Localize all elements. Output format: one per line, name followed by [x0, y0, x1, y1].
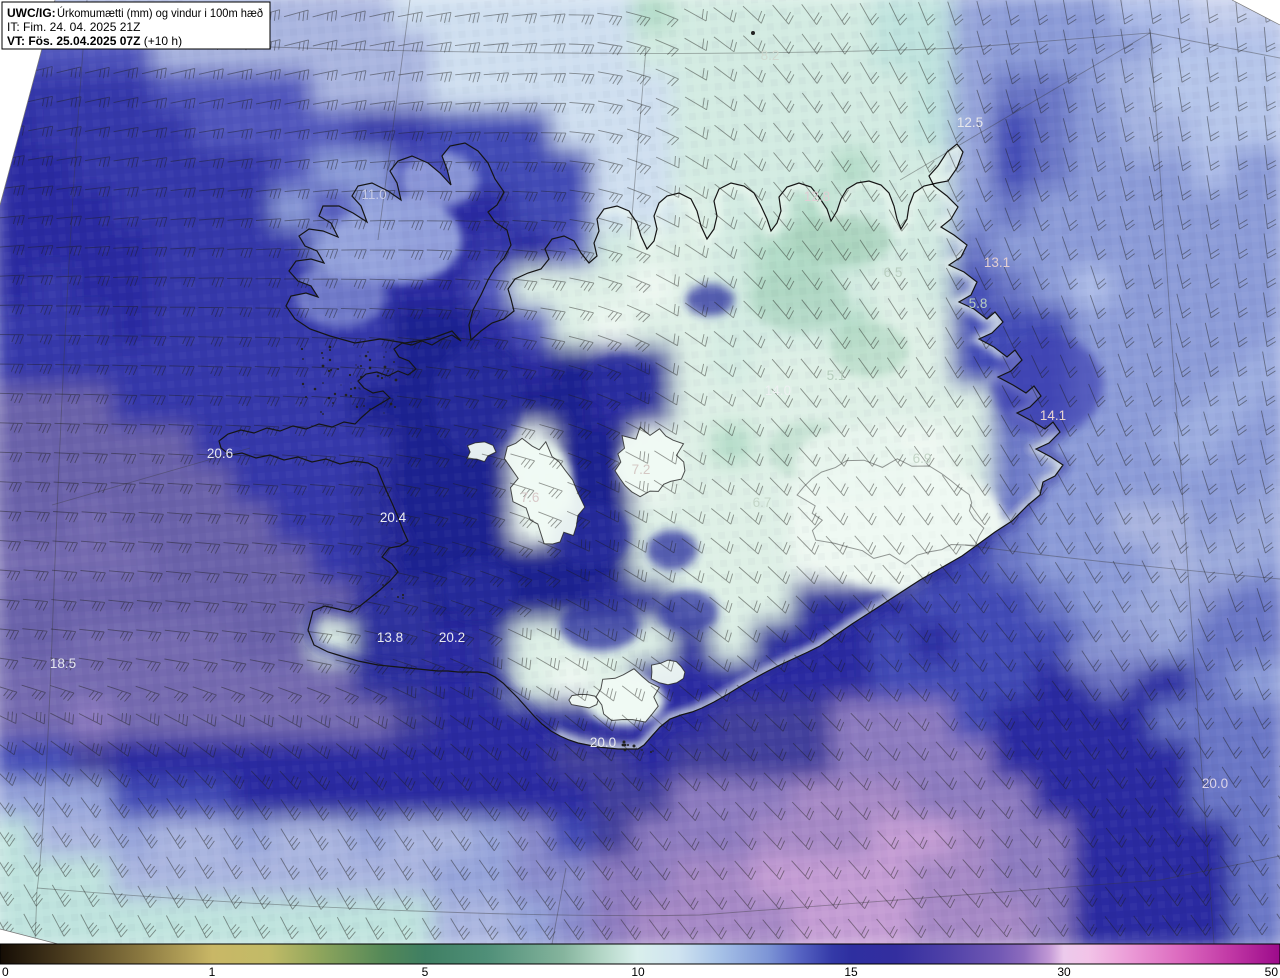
- svg-text:13.1: 13.1: [984, 255, 1010, 270]
- svg-text:5: 5: [422, 965, 429, 978]
- svg-text:14.0: 14.0: [765, 383, 791, 398]
- svg-text:20.2: 20.2: [439, 630, 465, 645]
- svg-text:13.8: 13.8: [377, 630, 403, 645]
- svg-text:5.1: 5.1: [827, 368, 846, 383]
- svg-text:12.5: 12.5: [957, 115, 983, 130]
- svg-text:12.8: 12.8: [804, 189, 830, 204]
- svg-text:20.4: 20.4: [380, 510, 407, 525]
- svg-text:6.5: 6.5: [884, 265, 903, 280]
- svg-text:11.0: 11.0: [361, 187, 386, 202]
- svg-text:20.0: 20.0: [1202, 776, 1228, 791]
- svg-text:7.6: 7.6: [521, 490, 540, 505]
- svg-text:6.7: 6.7: [753, 495, 772, 510]
- svg-text:20.6: 20.6: [207, 446, 233, 461]
- svg-text:18.5: 18.5: [50, 656, 76, 671]
- svg-text:8.2: 8.2: [761, 48, 780, 63]
- svg-text:6.9: 6.9: [913, 451, 932, 466]
- svg-text:7.2: 7.2: [632, 462, 651, 477]
- svg-text:5.8: 5.8: [969, 296, 988, 311]
- svg-text:15: 15: [844, 965, 858, 978]
- svg-text:50: 50: [1265, 965, 1279, 978]
- svg-text:VT: Fös. 25.04.2025 07Z (+10 h: VT: Fös. 25.04.2025 07Z (+10 h): [7, 34, 182, 48]
- svg-text:Úrkomumætti (mm) og vindur i 1: Úrkomumætti (mm) og vindur i 100m hæð: [57, 5, 263, 20]
- svg-text:20.0: 20.0: [590, 735, 616, 750]
- svg-text:1: 1: [209, 965, 216, 978]
- svg-text:IT: Fim. 24. 04. 2025 21Z: IT: Fim. 24. 04. 2025 21Z: [7, 20, 140, 34]
- svg-text:30: 30: [1057, 965, 1071, 978]
- svg-text:0: 0: [2, 965, 9, 978]
- svg-text:UWC/IG:: UWC/IG:: [7, 6, 56, 20]
- svg-text:10: 10: [631, 965, 645, 978]
- svg-text:14.1: 14.1: [1040, 408, 1066, 423]
